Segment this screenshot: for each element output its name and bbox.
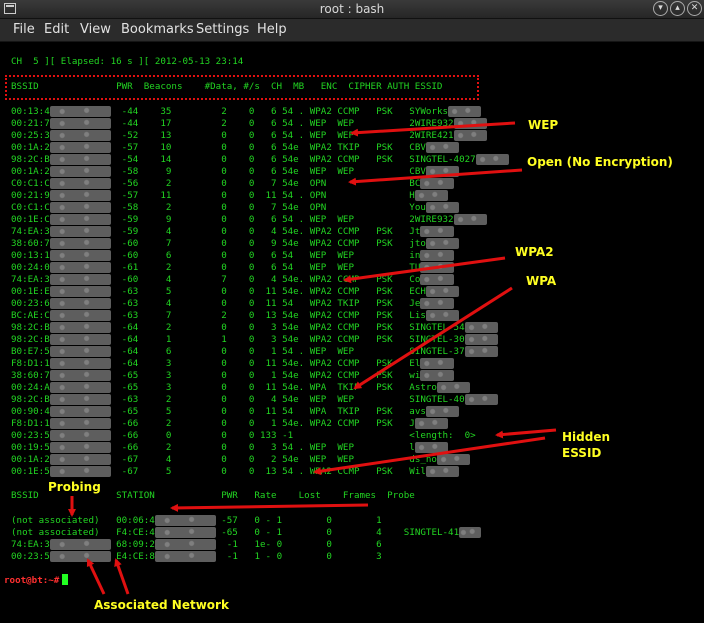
arrow-wep bbox=[350, 121, 516, 137]
annotation-associated: Associated Network bbox=[94, 598, 229, 612]
arrow-assoc-2 bbox=[114, 558, 130, 595]
annotation-probing: Probing bbox=[48, 480, 101, 494]
arrow-assoc-1 bbox=[86, 558, 106, 595]
arrow-wpa2 bbox=[343, 256, 506, 284]
annotation-essid: ESSID bbox=[562, 446, 602, 460]
annotation-arrows bbox=[68, 121, 557, 595]
arrow-hidden bbox=[495, 428, 557, 439]
arrow-station bbox=[170, 503, 369, 512]
annotation-open: Open (No Encryption) bbox=[527, 155, 673, 169]
arrow-last-row bbox=[313, 436, 546, 476]
arrow-wpa bbox=[353, 286, 513, 390]
annotation-wpa: WPA bbox=[526, 274, 557, 288]
annotation-wep: WEP bbox=[528, 118, 559, 132]
annotation-hidden: Hidden bbox=[562, 430, 611, 444]
arrow-open bbox=[348, 168, 523, 186]
annotation-wpa2: WPA2 bbox=[515, 245, 554, 259]
